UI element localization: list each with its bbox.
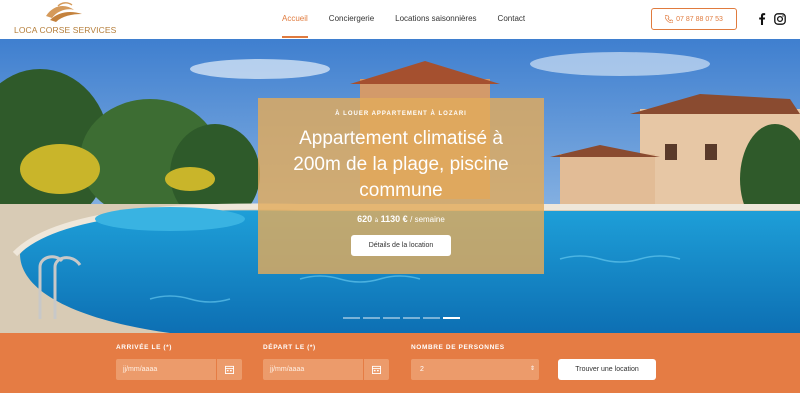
nav-item-accueil[interactable]: Accueil xyxy=(282,0,308,39)
main-nav: Accueil Conciergerie Locations saisonniè… xyxy=(282,0,546,39)
site-header: LOCA CORSE SERVICES Accueil Conciergerie… xyxy=(0,0,800,39)
arrival-placeholder: jj/mm/aaaa xyxy=(123,366,158,373)
listing-kicker: À LOUER APPARTEMENT À LOZARI xyxy=(335,111,467,117)
calendar-icon[interactable] xyxy=(363,359,389,380)
departure-label: DÉPART LE (*) xyxy=(263,344,316,351)
listing-card: À LOUER APPARTEMENT À LOZARI Appartement… xyxy=(258,98,544,274)
nav-item-contact[interactable]: Contact xyxy=(498,0,526,39)
slider-dot[interactable] xyxy=(403,317,420,319)
departure-date-input[interactable]: jj/mm/aaaa xyxy=(263,359,389,380)
slider-dot[interactable] xyxy=(423,317,440,319)
price-to: 1130 € xyxy=(380,214,408,224)
price-unit: / semaine xyxy=(410,215,445,224)
slider-dot[interactable] xyxy=(383,317,400,319)
instagram-icon[interactable] xyxy=(773,12,787,26)
departure-placeholder: jj/mm/aaaa xyxy=(270,366,305,373)
nav-item-locations-saisonnieres[interactable]: Locations saisonnières xyxy=(395,0,476,39)
find-rental-button[interactable]: Trouver une location xyxy=(558,359,656,380)
details-button[interactable]: Détails de la location xyxy=(351,235,451,256)
logo-text: LOCA CORSE SERVICES xyxy=(14,25,117,35)
listing-title: Appartement climatisé à 200m de la plage… xyxy=(293,128,509,201)
slider-dot[interactable] xyxy=(363,317,380,319)
slider-dots xyxy=(343,317,463,319)
people-label: NOMBRE DE PERSONNES xyxy=(411,344,505,351)
people-select[interactable]: 2 ⇕ xyxy=(411,359,539,380)
select-arrows-icon: ⇕ xyxy=(529,366,535,372)
facebook-icon[interactable] xyxy=(755,12,769,26)
phone-number: 07 87 88 07 53 xyxy=(676,15,723,23)
slider-dot[interactable] xyxy=(343,317,360,319)
search-bar: ARRIVÉE LE (*) jj/mm/aaaa DÉPART LE (*) … xyxy=(0,333,800,393)
price-separator: à xyxy=(374,218,379,224)
people-value: 2 xyxy=(420,366,424,373)
logo[interactable]: LOCA CORSE SERVICES xyxy=(14,2,117,36)
logo-wave-icon xyxy=(46,2,82,22)
arrival-label: ARRIVÉE LE (*) xyxy=(116,344,173,351)
arrival-date-input[interactable]: jj/mm/aaaa xyxy=(116,359,242,380)
listing-price: 620 à 1130 € / semaine xyxy=(258,214,544,224)
price-from: 620 xyxy=(357,214,373,224)
phone-icon xyxy=(665,15,674,23)
calendar-icon[interactable] xyxy=(216,359,242,380)
slider-dot-active[interactable] xyxy=(443,317,460,319)
hero-slider: À LOUER APPARTEMENT À LOZARI Appartement… xyxy=(0,39,800,333)
nav-item-conciergerie[interactable]: Conciergerie xyxy=(329,0,374,39)
phone-button[interactable]: 07 87 88 07 53 xyxy=(651,8,737,30)
